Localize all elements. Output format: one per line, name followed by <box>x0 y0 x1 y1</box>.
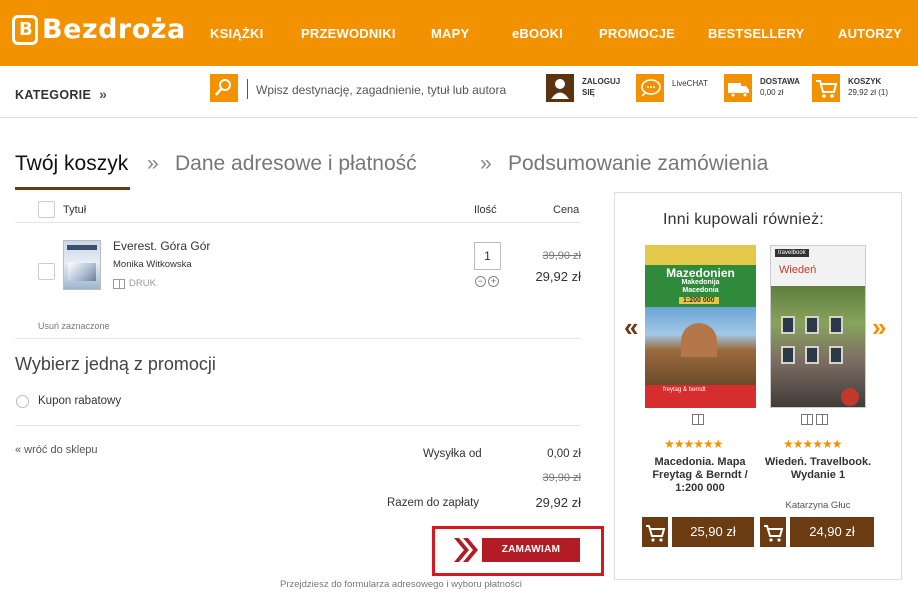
nav-item-ksiazki[interactable]: KSIĄŻKI <box>210 26 263 41</box>
add-to-cart-button[interactable] <box>760 517 786 547</box>
column-quantity: Ilość <box>474 204 497 216</box>
book-icon <box>692 414 704 425</box>
book-cover-image[interactable] <box>63 240 101 290</box>
step-separator: » <box>480 152 492 175</box>
search-input[interactable] <box>256 80 526 100</box>
categories-label: KATEGORIE <box>15 88 92 102</box>
coupon-radio-label[interactable]: Kupon rabatowy <box>38 395 121 407</box>
product-cover-wieden[interactable]: travelbook Wiedeń <box>770 245 866 408</box>
divider <box>15 222 581 223</box>
divider <box>15 425 581 426</box>
categories-menu[interactable]: KATEGORIE » <box>15 86 107 102</box>
cover-title: Mazedonien <box>666 266 735 280</box>
step-summary: Podsumowanie zamówienia <box>508 152 769 175</box>
product-price-button[interactable]: 24,90 zł <box>790 517 874 547</box>
top-navigation-bar: Bezdroża KSIĄŻKI PRZEWODNIKI MAPY eBOOKI… <box>0 0 918 66</box>
nav-item-bestsellery[interactable]: BESTSELLERY <box>708 26 804 41</box>
nav-item-ebooki[interactable]: eBOOKI <box>512 26 563 41</box>
delivery-info[interactable]: DOSTAWA 0,00 zł <box>724 74 800 102</box>
cover-scale: 1:200 000 <box>679 297 719 304</box>
column-title: Tytuł <box>63 204 87 216</box>
cart-icon <box>646 525 666 542</box>
cover-title: Wiedeń <box>779 264 817 276</box>
book-icon <box>113 278 125 289</box>
item-title[interactable]: Everest. Góra Gór <box>113 239 210 253</box>
cart-icon <box>812 74 840 102</box>
total-label: Razem do zapłaty <box>387 497 480 509</box>
add-to-cart-button[interactable] <box>642 517 668 547</box>
item-price-new: 29,92 zł <box>535 269 581 284</box>
product-name[interactable]: Macedonia. Mapa Freytag & Berndt / 1:200… <box>645 456 755 495</box>
nav-item-przewodniki[interactable]: PRZEWODNIKI <box>301 26 396 41</box>
item-price-old: 39,90 zł <box>542 250 581 262</box>
item-author[interactable]: Monika Witkowska <box>113 259 192 270</box>
carousel-prev-icon[interactable]: « <box>624 312 638 343</box>
remove-selected-link[interactable]: Usuń zaznaczone <box>38 321 110 331</box>
cover-publisher: freytag & berndt <box>663 387 706 393</box>
cover-subtitle: Makedonija Macedonia <box>681 279 720 294</box>
old-total: 39,90 zł <box>542 472 581 484</box>
shipping-label: Wysyłka od <box>423 448 482 460</box>
cover-brand: travelbook <box>775 249 809 257</box>
product-cover-macedonia[interactable]: Mazedonien Makedonija Macedonia 1:200 000… <box>645 245 756 408</box>
search-icon <box>215 79 231 96</box>
product-format <box>801 414 831 425</box>
carousel-next-icon[interactable]: » <box>872 312 886 343</box>
book-icon <box>801 414 813 425</box>
nav-item-promocje[interactable]: PROMOCJE <box>599 26 675 41</box>
increase-quantity-icon[interactable]: + <box>488 276 499 287</box>
step-address-payment: Dane adresowe i płatność <box>175 152 417 175</box>
double-chevron-right-icon <box>454 538 478 562</box>
livechat-link[interactable]: LiveCHAT <box>636 74 708 102</box>
double-chevron-right-icon: » <box>99 86 108 102</box>
step-cart: Twój koszyk <box>15 152 129 175</box>
promo-heading: Wybierz jedną z promocji <box>15 354 216 374</box>
nav-item-autorzy[interactable]: AUTORZY <box>838 26 902 41</box>
coupon-radio[interactable] <box>16 395 29 408</box>
rating-stars: ★★★★★★ <box>664 437 724 451</box>
search-separator <box>247 79 248 99</box>
product-format <box>692 414 707 425</box>
item-format: DRUK <box>113 278 156 289</box>
item-checkbox[interactable] <box>38 263 55 280</box>
ebook-icon <box>816 414 828 425</box>
item-format-label: DRUK <box>129 278 156 289</box>
product-price-button[interactable]: 25,90 zł <box>672 517 754 547</box>
cart-link[interactable]: KOSZYK 29,92 zł (1) <box>812 74 888 102</box>
quantity-input[interactable]: 1 <box>474 242 501 270</box>
step-separator: » <box>147 152 159 175</box>
column-price: Cena <box>553 204 580 216</box>
shipping-value: 0,00 zł <box>547 448 581 460</box>
login-link[interactable]: ZALOGUJ SIĘ <box>546 74 620 102</box>
delivery-label: DOSTAWA <box>760 77 800 86</box>
divider <box>15 338 581 339</box>
user-icon <box>546 74 574 102</box>
nav-item-mapy[interactable]: MAPY <box>431 26 469 41</box>
utility-bar: KATEGORIE » ZALOGUJ SIĘ LiveCHAT DOSTAWA 0,… <box>0 66 918 118</box>
order-note: Przejdziesz do formularza adresowego i w… <box>280 579 522 590</box>
search-button[interactable] <box>210 74 238 102</box>
delivery-value: 0,00 zł <box>760 88 784 97</box>
order-button[interactable]: ZAMAWIAM <box>482 538 580 562</box>
cart-value: 29,92 zł (1) <box>848 88 889 97</box>
login-line2: SIĘ <box>582 88 595 97</box>
chat-icon <box>636 74 664 102</box>
select-all-checkbox[interactable] <box>38 201 55 218</box>
rating-stars: ★★★★★★ <box>783 437 843 451</box>
also-bought-heading: Inni kupowali również: <box>663 211 824 228</box>
active-step-underline <box>15 187 130 190</box>
livechat-label: LiveCHAT <box>672 79 708 88</box>
cart-icon <box>764 525 784 542</box>
main-nav: KSIĄŻKI PRZEWODNIKI MAPY eBOOKI PROMOCJE… <box>0 26 918 42</box>
back-to-shop-link[interactable]: « wróć do sklepu <box>15 444 98 456</box>
product-name[interactable]: Wiedeń. Travelbook. Wydanie 1 <box>763 456 873 482</box>
cart-label: KOSZYK <box>848 77 882 86</box>
total-value: 29,92 zł <box>535 495 581 510</box>
truck-icon <box>724 74 752 102</box>
decrease-quantity-icon[interactable]: − <box>475 276 486 287</box>
login-line1: ZALOGUJ <box>582 77 621 86</box>
product-author[interactable]: Katarzyna Głuc <box>763 500 873 511</box>
